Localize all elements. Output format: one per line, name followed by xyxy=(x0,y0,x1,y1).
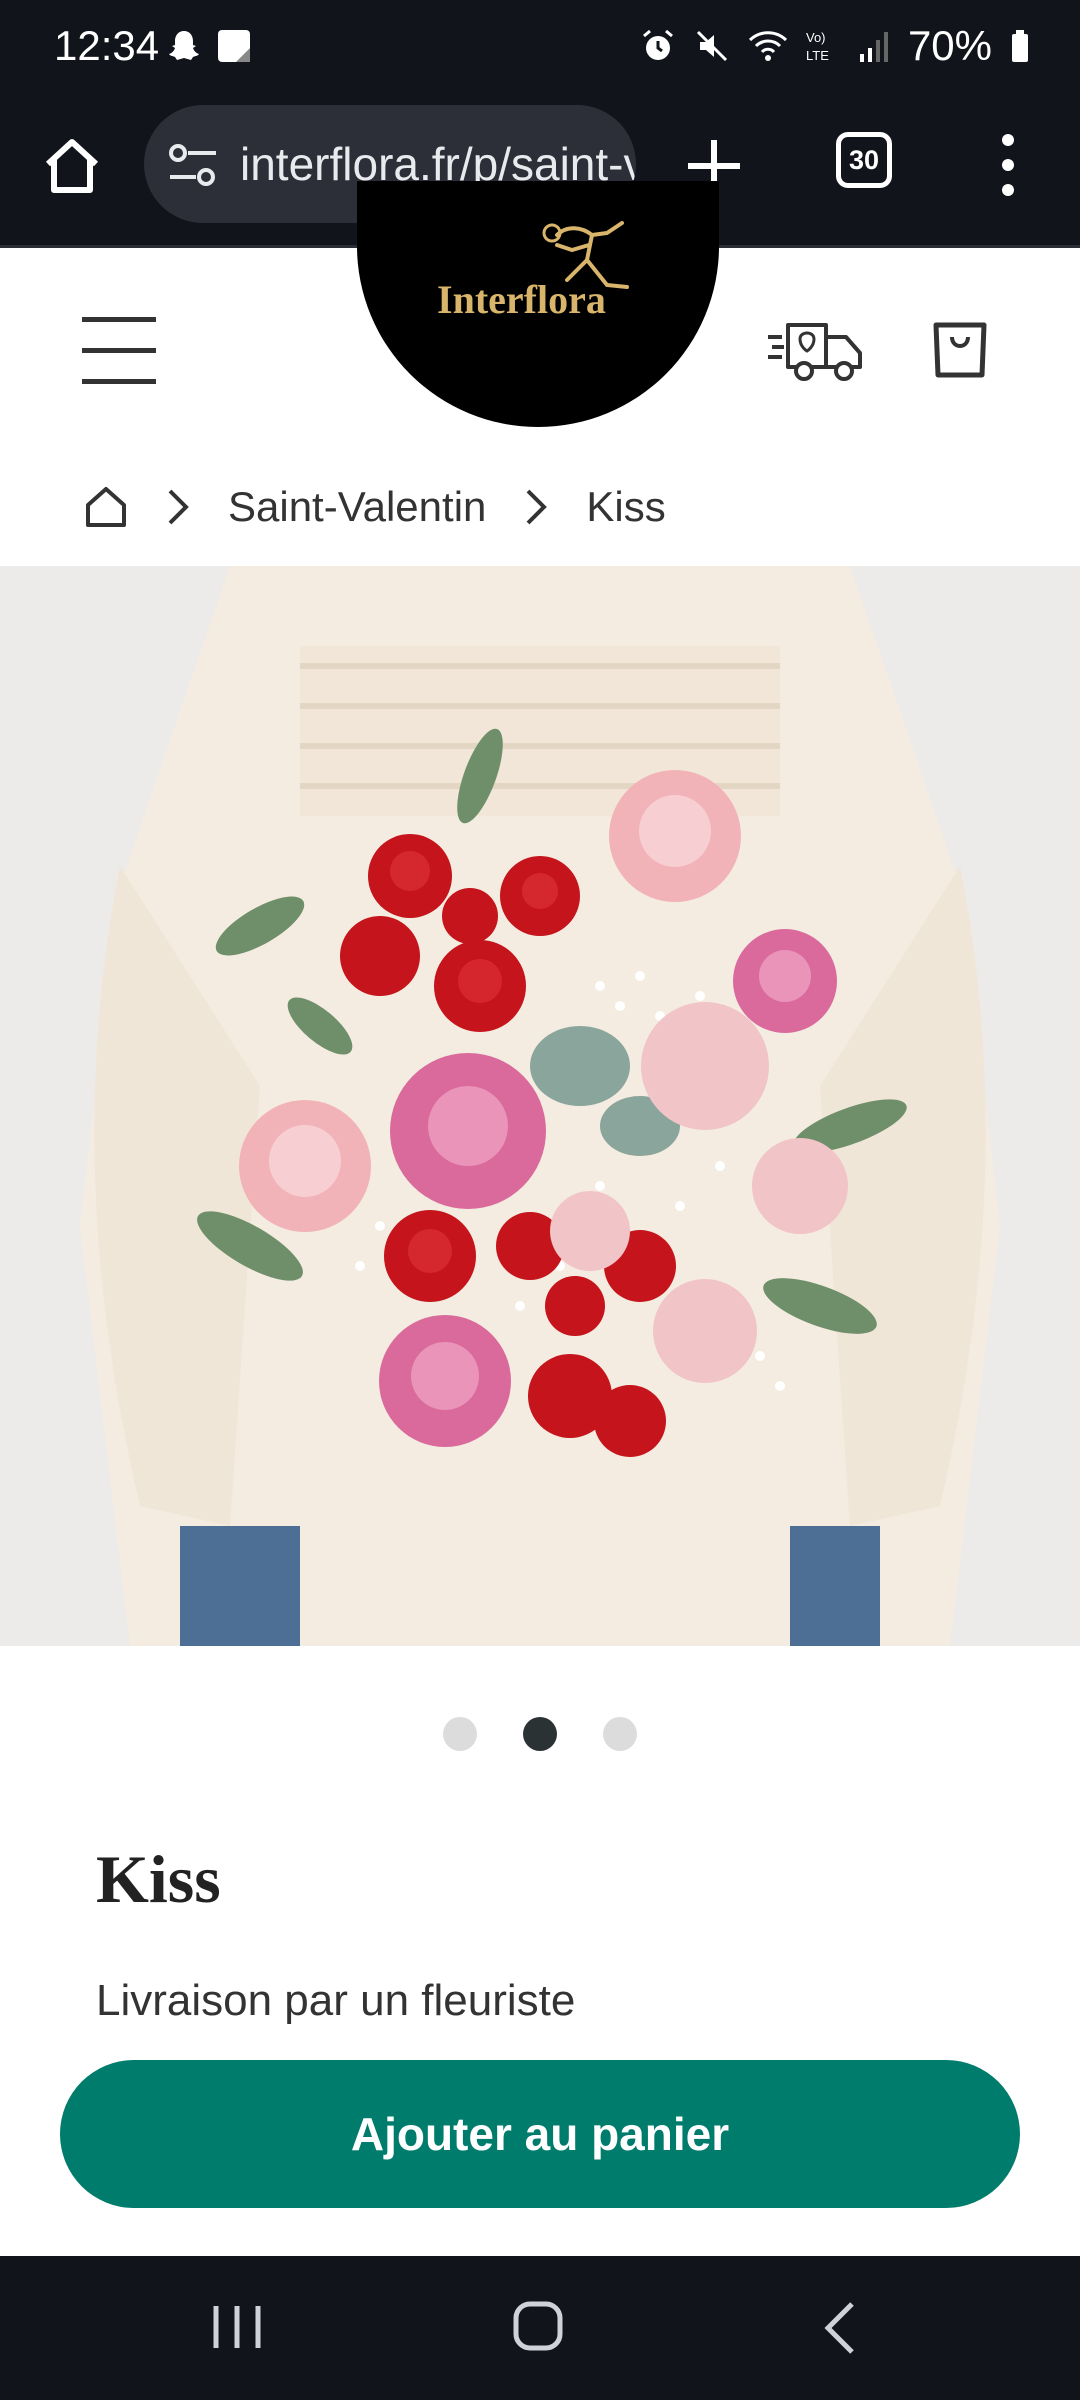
carousel-dot[interactable] xyxy=(603,1717,637,1751)
alarm-icon xyxy=(642,29,673,60)
breadcrumb-item-saint-valentin[interactable]: Saint-Valentin xyxy=(228,483,486,531)
more-vert-icon[interactable] xyxy=(988,130,1028,200)
carousel-dot-active[interactable] xyxy=(523,1717,557,1751)
system-nav-bar xyxy=(0,2256,1080,2400)
carousel-indicator xyxy=(0,1717,1080,1751)
snapchat-icon xyxy=(169,31,199,60)
logo-text: Interflora xyxy=(437,277,606,322)
carousel-dot[interactable] xyxy=(443,1717,477,1751)
nav-home-icon[interactable] xyxy=(512,2300,564,2352)
battery-icon xyxy=(1012,30,1028,62)
bouquet-photo xyxy=(0,566,1080,1646)
recents-icon[interactable] xyxy=(210,2302,264,2352)
signal-icon xyxy=(859,32,888,62)
svg-text:LTE: LTE xyxy=(806,48,829,63)
add-to-cart-button[interactable]: Ajouter au panier xyxy=(60,2060,1020,2208)
mute-icon xyxy=(696,30,727,62)
chevron-right-icon xyxy=(168,489,189,525)
status-notification-icons xyxy=(166,28,252,64)
status-time: 12:34 xyxy=(54,22,160,69)
volte-icon: Vo) LTE xyxy=(806,30,829,63)
status-right: Vo) LTE 70% xyxy=(640,22,1030,70)
product-delivery-info: Livraison par un fleuriste xyxy=(96,1976,576,2025)
menu-icon[interactable] xyxy=(82,317,156,385)
back-icon[interactable] xyxy=(820,2300,860,2356)
wifi-icon xyxy=(748,31,787,61)
site-header: Interflora xyxy=(0,181,1080,451)
shopping-bag-icon[interactable] xyxy=(930,319,990,381)
tabs-icon[interactable]: 30 xyxy=(836,132,892,188)
delivery-truck-icon[interactable] xyxy=(766,317,864,383)
status-bar: 12:34 Vo) LTE 70% xyxy=(0,0,1080,100)
home-icon[interactable] xyxy=(40,134,104,198)
logo[interactable]: Interflora xyxy=(357,181,719,427)
battery-percent: 70% xyxy=(907,22,992,69)
home-icon[interactable] xyxy=(84,485,128,529)
svg-text:Vo): Vo) xyxy=(806,30,826,45)
breadcrumb: Saint-Valentin Kiss xyxy=(84,472,666,542)
breadcrumb-item-kiss[interactable]: Kiss xyxy=(586,483,665,531)
chevron-right-icon xyxy=(526,489,548,525)
tune-icon[interactable] xyxy=(168,143,218,187)
notes-icon xyxy=(218,30,250,62)
product-title: Kiss xyxy=(96,1841,221,1917)
product-image[interactable] xyxy=(0,566,1080,1646)
